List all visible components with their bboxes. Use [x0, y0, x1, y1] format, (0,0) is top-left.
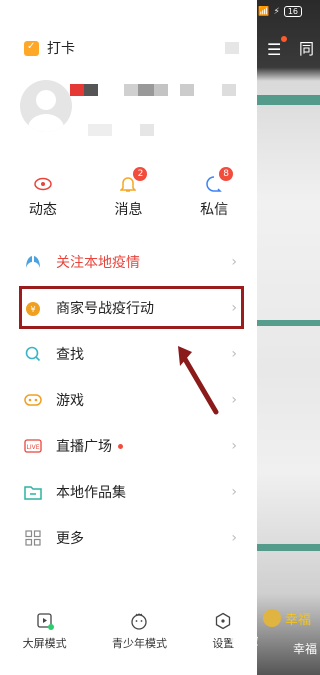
blurred-block [140, 124, 154, 136]
battery-level: 16 [283, 6, 302, 17]
menu-label: 直播广场 [56, 439, 112, 455]
user-name: 幸福 [293, 642, 318, 656]
charging-icon: ⚡ [273, 6, 280, 17]
bell-icon: 2 [117, 167, 148, 195]
user-name: 幸福 [285, 613, 312, 628]
notification-dot [118, 443, 123, 449]
menu-item-local-works[interactable]: 本地作品集 › [0, 469, 257, 515]
blurred-block [88, 124, 112, 136]
teen-mode-button[interactable]: 青少年模式 [112, 612, 167, 651]
avatar [263, 609, 281, 627]
watermark: 经验 [230, 633, 258, 649]
notification-dot [281, 36, 287, 42]
quick-label: 动态 [28, 202, 57, 218]
search-icon [24, 345, 42, 363]
chevron-right-icon: › [231, 484, 237, 500]
annotation-arrow-icon [178, 346, 219, 415]
status-bar: 📶 ⚡ 16 [258, 6, 302, 17]
checkin-label: 打卡 [47, 41, 75, 57]
quick-actions: 动态 2 消息 8 私信 [0, 167, 257, 219]
avatar[interactable] [20, 80, 72, 132]
bg-stripe [255, 95, 320, 105]
bottom-label: 青少年模式 [111, 637, 167, 650]
chevron-right-icon: › [231, 254, 237, 270]
large-screen-mode-button[interactable]: 大屏模式 [23, 612, 67, 651]
live-icon: LIVE [24, 437, 42, 455]
calendar-check-icon [24, 40, 39, 56]
svg-text:LIVE: LIVE [26, 444, 39, 451]
chevron-right-icon: › [231, 346, 237, 362]
gear-icon [216, 612, 231, 630]
blurred-block [70, 84, 84, 96]
folder-icon [24, 483, 42, 501]
menu-label: 游戏 [56, 393, 84, 409]
menu-label: 关注本地疫情 [56, 255, 140, 271]
blurred-block [154, 84, 168, 96]
private-message-badge: 8 [219, 167, 234, 181]
quick-private-message[interactable]: 8 私信 [179, 167, 249, 219]
blurred-block [138, 84, 154, 96]
grid-icon [24, 529, 42, 547]
chevron-right-icon: › [231, 392, 237, 408]
quick-messages[interactable]: 2 消息 [93, 167, 163, 219]
chat-icon: 8 [203, 167, 234, 195]
menu-item-live-plaza[interactable]: LIVE 直播广场 › [0, 423, 257, 469]
checkin-button[interactable]: 打卡 [24, 38, 75, 58]
chevron-right-icon: › [231, 530, 237, 546]
menu-item-local-epidemic[interactable]: 关注本地疫情 › [0, 239, 257, 285]
quick-label: 消息 [114, 202, 143, 218]
chevron-right-icon: › [231, 438, 237, 454]
annotation-highlight-box [19, 286, 244, 329]
blurred-block [222, 84, 236, 96]
lungs-icon [24, 253, 42, 271]
background-video: ☰ 同 幸福 幸福 [255, 0, 320, 675]
message-badge: 2 [133, 167, 148, 181]
menu-label: 更多 [56, 531, 84, 547]
blurred-block [180, 84, 194, 96]
tab-same-city[interactable]: 同 [299, 38, 314, 59]
blurred-block [124, 84, 138, 96]
side-drawer: 打卡 动态 2 消息 8 私信 [0, 0, 257, 675]
menu-label: 查找 [56, 347, 84, 363]
menu-label: 本地作品集 [56, 485, 126, 501]
gamepad-icon [24, 391, 42, 409]
drawer-bottom-bar: 大屏模式 青少年模式 设置 [0, 612, 257, 651]
blurred-block [225, 42, 239, 54]
bg-stripe [255, 320, 320, 326]
quick-dynamic[interactable]: 动态 [8, 173, 78, 219]
quick-label: 私信 [200, 202, 229, 218]
menu-item-more[interactable]: 更多 › [0, 515, 257, 561]
bg-stripe [255, 544, 320, 551]
bottom-label: 大屏模式 [22, 637, 67, 650]
menu-icon[interactable]: ☰ [267, 40, 281, 59]
child-face-icon [131, 613, 148, 630]
screen-icon [37, 613, 54, 630]
wifi-icon: 📶 [258, 6, 270, 17]
profile-header[interactable] [20, 80, 72, 132]
eye-icon [32, 173, 54, 195]
blurred-block [84, 84, 98, 96]
